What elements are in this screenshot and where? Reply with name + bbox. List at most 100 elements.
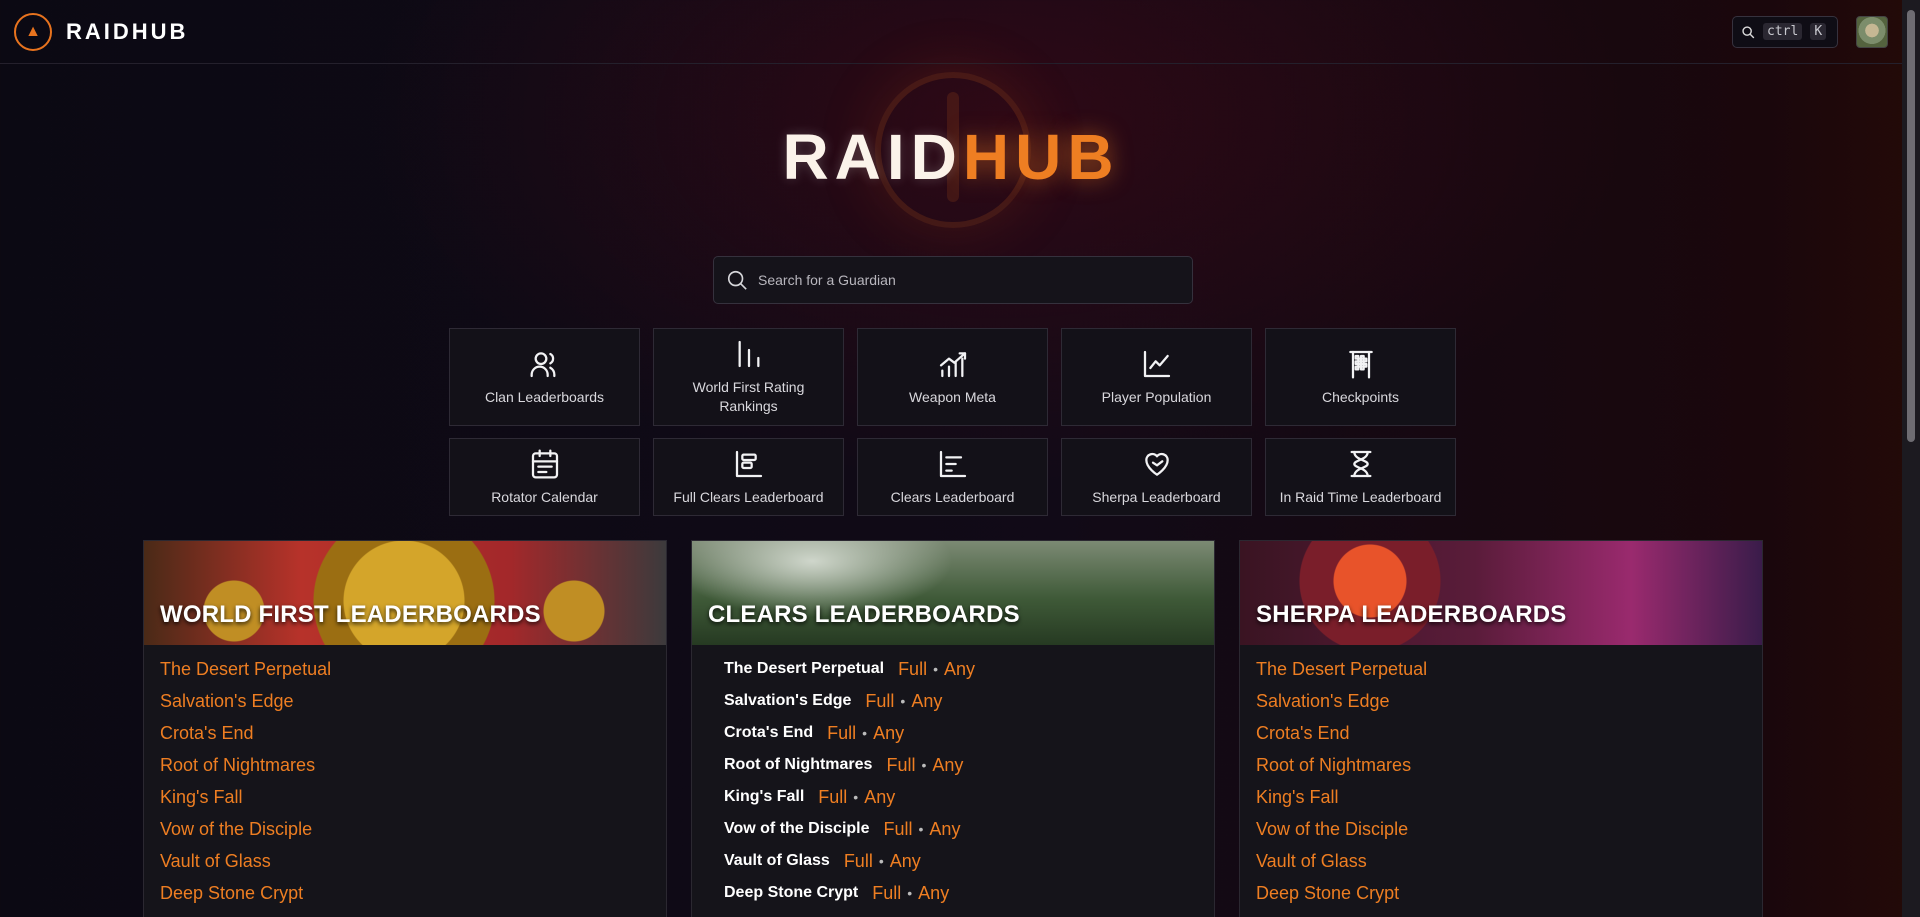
list-item: King's Fall <box>1256 781 1746 813</box>
world-first-banner[interactable]: WORLD FIRST LEADERBOARDS <box>144 541 666 645</box>
full-link[interactable]: Full <box>827 723 856 744</box>
list-item: Salvation's Edge <box>1256 685 1746 717</box>
full-link[interactable]: Full <box>886 755 915 776</box>
shortcut-key: K <box>1810 23 1827 40</box>
sherpa-link-crotas-end[interactable]: Crota's End <box>1256 723 1349 744</box>
separator: • <box>933 661 938 677</box>
page-scrollbar[interactable] <box>1902 0 1920 917</box>
wf-link-vow-of-the-disciple[interactable]: Vow of the Disciple <box>160 819 312 840</box>
brand-home-link[interactable]: ▲ RAIDHUB <box>14 12 189 51</box>
scrollbar-thumb[interactable] <box>1907 10 1915 442</box>
tile-checkpoints[interactable]: Checkpoints <box>1265 328 1456 426</box>
wf-link-kings-fall[interactable]: King's Fall <box>160 787 242 808</box>
hourglass-icon <box>1350 450 1371 477</box>
clears-leaderboards-card: CLEARS LEADERBOARDS The Desert Perpetual… <box>691 540 1215 917</box>
full-link[interactable]: Full <box>844 851 873 872</box>
tile-world-first-rating[interactable]: World First Rating Rankings <box>653 328 844 426</box>
raid-name: King's Fall <box>724 788 805 805</box>
line-chart-icon <box>1143 350 1170 377</box>
tile-full-clears-leaderboard[interactable]: Full Clears Leaderboard <box>653 438 844 516</box>
any-link[interactable]: Any <box>944 659 975 680</box>
tile-weapon-meta[interactable]: Weapon Meta <box>857 328 1048 426</box>
wf-link-crotas-end[interactable]: Crota's End <box>160 723 253 744</box>
tile-clan-leaderboards[interactable]: Clan Leaderboards <box>449 328 640 426</box>
sherpa-leaderboards-card: SHERPA LEADERBOARDS The Desert Perpetual… <box>1239 540 1763 917</box>
leaderboard-icon <box>735 450 762 477</box>
list-item: Root of Nightmares <box>160 749 650 781</box>
list-item: Vault of Glass <box>1256 845 1746 877</box>
separator: • <box>900 693 906 709</box>
world-first-list: The Desert Perpetual Salvation's Edge Cr… <box>144 645 666 917</box>
top-nav: ▲ RAIDHUB ctrl K <box>0 0 1902 64</box>
tile-player-population[interactable]: Player Population <box>1061 328 1252 426</box>
tile-clears-leaderboard[interactable]: Clears Leaderboard <box>857 438 1048 516</box>
raid-name: Vow of the Disciple <box>724 820 870 837</box>
separator: • <box>921 757 927 773</box>
list-item: Root of Nightmares Full • Any <box>708 749 1198 781</box>
world-first-leaderboards-card: WORLD FIRST LEADERBOARDS The Desert Perp… <box>143 540 667 917</box>
full-link[interactable]: Full <box>872 883 901 904</box>
handshake-heart-icon <box>1144 452 1169 476</box>
clears-list: The Desert Perpetual Full • Any Salvation's… <box>692 645 1214 917</box>
users-icon <box>530 351 555 377</box>
tile-sherpa-leaderboard[interactable]: Sherpa Leaderboard <box>1061 438 1252 516</box>
wf-link-deep-stone-crypt[interactable]: Deep Stone Crypt <box>160 883 303 904</box>
list-item: Vow of the Disciple Full • Any <box>708 813 1198 845</box>
wf-link-salvations-edge[interactable]: Salvation's Edge <box>160 691 294 712</box>
list-item: Vault of Glass <box>160 845 650 877</box>
full-link[interactable]: Full <box>898 659 927 680</box>
wf-link-vault-of-glass[interactable]: Vault of Glass <box>160 851 271 872</box>
separator: • <box>907 885 913 901</box>
search-icon <box>1742 25 1755 38</box>
command-search-button[interactable]: ctrl K <box>1732 15 1838 48</box>
card-title: WORLD FIRST LEADERBOARDS <box>160 601 541 628</box>
any-link[interactable]: Any <box>918 883 949 904</box>
clears-banner[interactable]: CLEARS LEADERBOARDS <box>692 541 1214 645</box>
user-avatar[interactable] <box>1856 15 1888 48</box>
any-link[interactable]: Any <box>864 787 895 808</box>
separator: • <box>853 789 859 805</box>
guardian-search[interactable] <box>713 256 1193 304</box>
list-item: The Desert Perpetual Full • Any <box>708 653 1198 685</box>
raid-name: The Desert Perpetual <box>724 660 885 677</box>
sherpa-banner[interactable]: SHERPA LEADERBOARDS <box>1240 541 1762 645</box>
list-item: Crota's End <box>1256 717 1746 749</box>
any-link[interactable]: Any <box>873 723 904 744</box>
sherpa-link-deep-stone-crypt[interactable]: Deep Stone Crypt <box>1256 883 1399 904</box>
raid-name: Root of Nightmares <box>724 756 873 773</box>
list-item: King's Fall Full • Any <box>708 781 1198 813</box>
raid-name: Salvation's Edge <box>724 692 852 709</box>
shortcut-ctrl: ctrl <box>1763 23 1803 40</box>
tile-in-raid-time-leaderboard[interactable]: In Raid Time Leaderboard <box>1265 438 1456 516</box>
tile-rotator-calendar[interactable]: Rotator Calendar <box>449 438 640 516</box>
list-item: Salvation's Edge Full • Any <box>708 685 1198 717</box>
full-link[interactable]: Full <box>884 819 913 840</box>
full-link[interactable]: Full <box>865 691 894 712</box>
guardian-search-input[interactable] <box>758 272 1180 288</box>
sherpa-link-kings-fall[interactable]: King's Fall <box>1256 787 1338 808</box>
sherpa-link-root-of-nightmares[interactable]: Root of Nightmares <box>1256 755 1411 776</box>
list-item: Vault of Glass Full • Any <box>708 845 1198 877</box>
sherpa-link-vow-of-the-disciple[interactable]: Vow of the Disciple <box>1256 819 1408 840</box>
bar-chart-icon <box>738 340 759 368</box>
raid-name: Crota's End <box>724 724 814 741</box>
full-link[interactable]: Full <box>818 787 847 808</box>
calendar-icon <box>531 449 558 478</box>
list-item: Vow of the Disciple <box>1256 813 1746 845</box>
list-item: Crota's End <box>160 717 650 749</box>
sherpa-link-desert-perpetual[interactable]: The Desert Perpetual <box>1256 659 1427 680</box>
list-item: Deep Stone Crypt Full • Any <box>708 877 1198 909</box>
list-item: Vow of the Disciple <box>160 813 650 845</box>
brand-name: RAIDHUB <box>66 18 189 44</box>
list-item: Deep Stone Crypt <box>1256 877 1746 909</box>
wf-link-root-of-nightmares[interactable]: Root of Nightmares <box>160 755 315 776</box>
any-link[interactable]: Any <box>929 819 960 840</box>
any-link[interactable]: Any <box>932 755 963 776</box>
any-link[interactable]: Any <box>890 851 921 872</box>
list-item: Root of Nightmares <box>1256 749 1746 781</box>
sherpa-link-salvations-edge[interactable]: Salvation's Edge <box>1256 691 1390 712</box>
sorted-bars-icon <box>939 450 966 477</box>
wf-link-desert-perpetual[interactable]: The Desert Perpetual <box>160 659 331 680</box>
sherpa-link-vault-of-glass[interactable]: Vault of Glass <box>1256 851 1367 872</box>
any-link[interactable]: Any <box>911 691 942 712</box>
